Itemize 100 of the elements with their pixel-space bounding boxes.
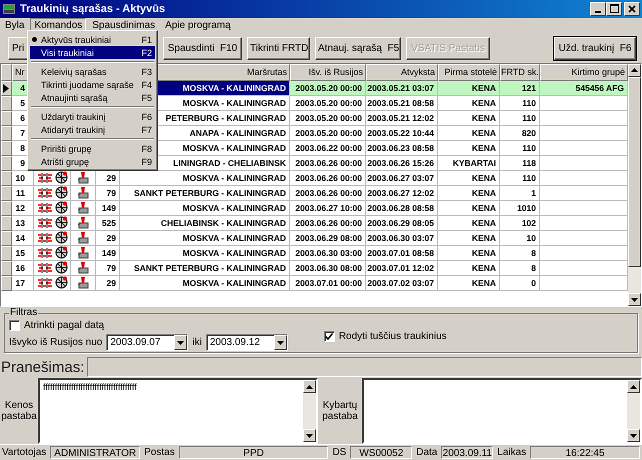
table-cell: 2003.06.26 00:00 <box>290 170 366 186</box>
menu-item[interactable]: Spausdinimas <box>88 18 160 34</box>
spark-icon <box>36 262 52 274</box>
table-cell: 2003.06.30 03:07 <box>366 230 438 246</box>
note-label: Kenos pastaba <box>0 400 38 422</box>
toolbar-button[interactable]: Tikrinti FRTD <box>247 36 310 60</box>
table-cell: 2003.07.01 00:00 <box>290 276 366 291</box>
status-label: Postas <box>144 447 175 458</box>
date-dropdown[interactable]: 2003.09.07 <box>106 334 188 352</box>
check-mark-icon <box>325 332 334 340</box>
table-cell: 1010 <box>500 200 540 216</box>
scroll-up-button[interactable] <box>627 380 640 394</box>
checkbox[interactable] <box>324 330 335 342</box>
stamp-icon <box>77 231 89 244</box>
table-cell: 2003.06.26 00:00 <box>290 216 366 231</box>
app-icon <box>2 2 16 16</box>
table-cell: KENA <box>438 96 500 111</box>
table-cell: 2003.06.27 12:02 <box>366 186 438 201</box>
table-cell: 110 <box>500 96 540 111</box>
date-dropdown[interactable]: 2003.09.12 <box>206 334 288 352</box>
status-label: Data <box>416 447 438 458</box>
status-label: Laikas <box>497 447 526 458</box>
toolbar-button[interactable]: Atnauj. sąrašą F5 <box>315 36 401 60</box>
status-value: PPD <box>178 446 328 460</box>
table-cell: MOSKVA - KALININGRAD <box>120 246 290 261</box>
column-header[interactable]: FRTD sk. <box>500 64 540 81</box>
table-cell: 79 <box>96 260 120 276</box>
note-field[interactable] <box>362 378 642 444</box>
column-header[interactable]: Pirma stotelė <box>438 64 500 81</box>
table-cell: 2003.06.28 08:58 <box>366 200 438 216</box>
table-cell: 16 <box>12 260 34 276</box>
table-cell: KENA <box>438 80 500 96</box>
column-header[interactable]: Atvyksta <box>366 64 438 81</box>
table-cell: 13 <box>12 216 34 231</box>
table-cell: 0 <box>500 276 540 291</box>
note-field[interactable]: ffffffffffffffffffffffffffffffffffffffff <box>38 378 318 444</box>
down-arrow-icon <box>276 340 284 345</box>
table-cell: 2003.06.29 08:05 <box>366 216 438 231</box>
table-cell: 2003.06.29 08:00 <box>290 230 366 246</box>
table-cell: KENA <box>438 276 500 291</box>
field-label: iki <box>192 337 202 348</box>
down-arrow-icon <box>177 340 184 345</box>
close-button[interactable] <box>624 2 640 16</box>
row-header[interactable] <box>1 80 12 96</box>
spark-icon <box>36 216 52 229</box>
table-cell: 2003.05.22 10:44 <box>366 126 438 141</box>
spark-icon <box>36 172 52 184</box>
table-cell: 17 <box>12 276 34 291</box>
table-cell: 2003.05.20 00:00 <box>290 126 366 141</box>
scrollbar[interactable] <box>303 380 316 442</box>
up-arrow-icon <box>306 384 313 389</box>
status-value: ADMINISTRATOR <box>50 446 140 460</box>
scroll-thumb[interactable] <box>628 76 641 267</box>
table-cell: SANKT PETERBURG - KALININGRAD <box>120 260 290 276</box>
column-header[interactable]: Išv. iš Rusijos <box>290 64 366 81</box>
scroll-down-button[interactable] <box>628 293 641 306</box>
spark-icon <box>36 246 52 259</box>
toolbar-button[interactable]: Spausdinti F10 <box>163 36 242 60</box>
spark-icon <box>36 186 52 199</box>
table-cell: KYBARTAI <box>438 156 500 171</box>
dropdown-button[interactable] <box>174 335 188 350</box>
stamp-icon <box>77 186 89 200</box>
table-cell: KENA <box>438 110 500 126</box>
spark-icon <box>36 232 52 244</box>
dropdown-button[interactable] <box>274 335 287 350</box>
table-cell: 2003.06.27 03:07 <box>366 170 438 186</box>
checkbox-label: Rodyti tuščius traukinius <box>338 330 447 342</box>
checkbox[interactable] <box>9 320 20 332</box>
table-cell: 1 <box>500 186 540 201</box>
table-cell: 2003.06.23 08:58 <box>366 140 438 156</box>
table-cell: 2003.07.01 12:02 <box>366 260 438 276</box>
menu-item[interactable]: Apie programą <box>161 18 235 34</box>
scroll-up-button[interactable] <box>628 64 641 77</box>
table-cell: 110 <box>500 140 540 156</box>
scrollbar[interactable] <box>627 380 640 442</box>
minimize-button[interactable] <box>590 2 606 16</box>
scroll-down-button[interactable] <box>303 429 316 442</box>
table-cell: 2003.05.20 00:00 <box>290 110 366 126</box>
column-header[interactable]: Kirtimo grupė <box>540 64 628 81</box>
menu-item[interactable]: Visi traukiniai F2 <box>30 46 155 59</box>
stamp-icon <box>77 246 89 260</box>
table-cell: 2003.06.26 15:26 <box>366 156 438 171</box>
table-cell: KENA <box>438 260 500 276</box>
scroll-up-button[interactable] <box>303 380 316 394</box>
scrollbar[interactable] <box>628 64 641 306</box>
menu-item[interactable]: Aktyvūs traukiniai F1 <box>30 33 155 46</box>
toolbar-button[interactable]: Užd. traukinį F6 <box>554 36 636 60</box>
maximize-button[interactable] <box>606 2 622 16</box>
stamp-icon <box>77 216 89 230</box>
scroll-down-button[interactable] <box>627 429 640 442</box>
table-cell: 149 <box>96 246 120 261</box>
status-value: WS00052 <box>350 446 412 460</box>
menu-item[interactable]: Byla <box>1 18 28 34</box>
message-field[interactable] <box>87 357 642 378</box>
status-label: DS <box>332 447 346 458</box>
table-cell: 110 <box>500 110 540 126</box>
status-value: 2003.09.11 <box>441 446 494 460</box>
note-label: Kybartų pastaba <box>321 400 359 422</box>
table-cell: 2003.05.20 00:00 <box>290 96 366 111</box>
bullet-icon <box>32 37 37 42</box>
